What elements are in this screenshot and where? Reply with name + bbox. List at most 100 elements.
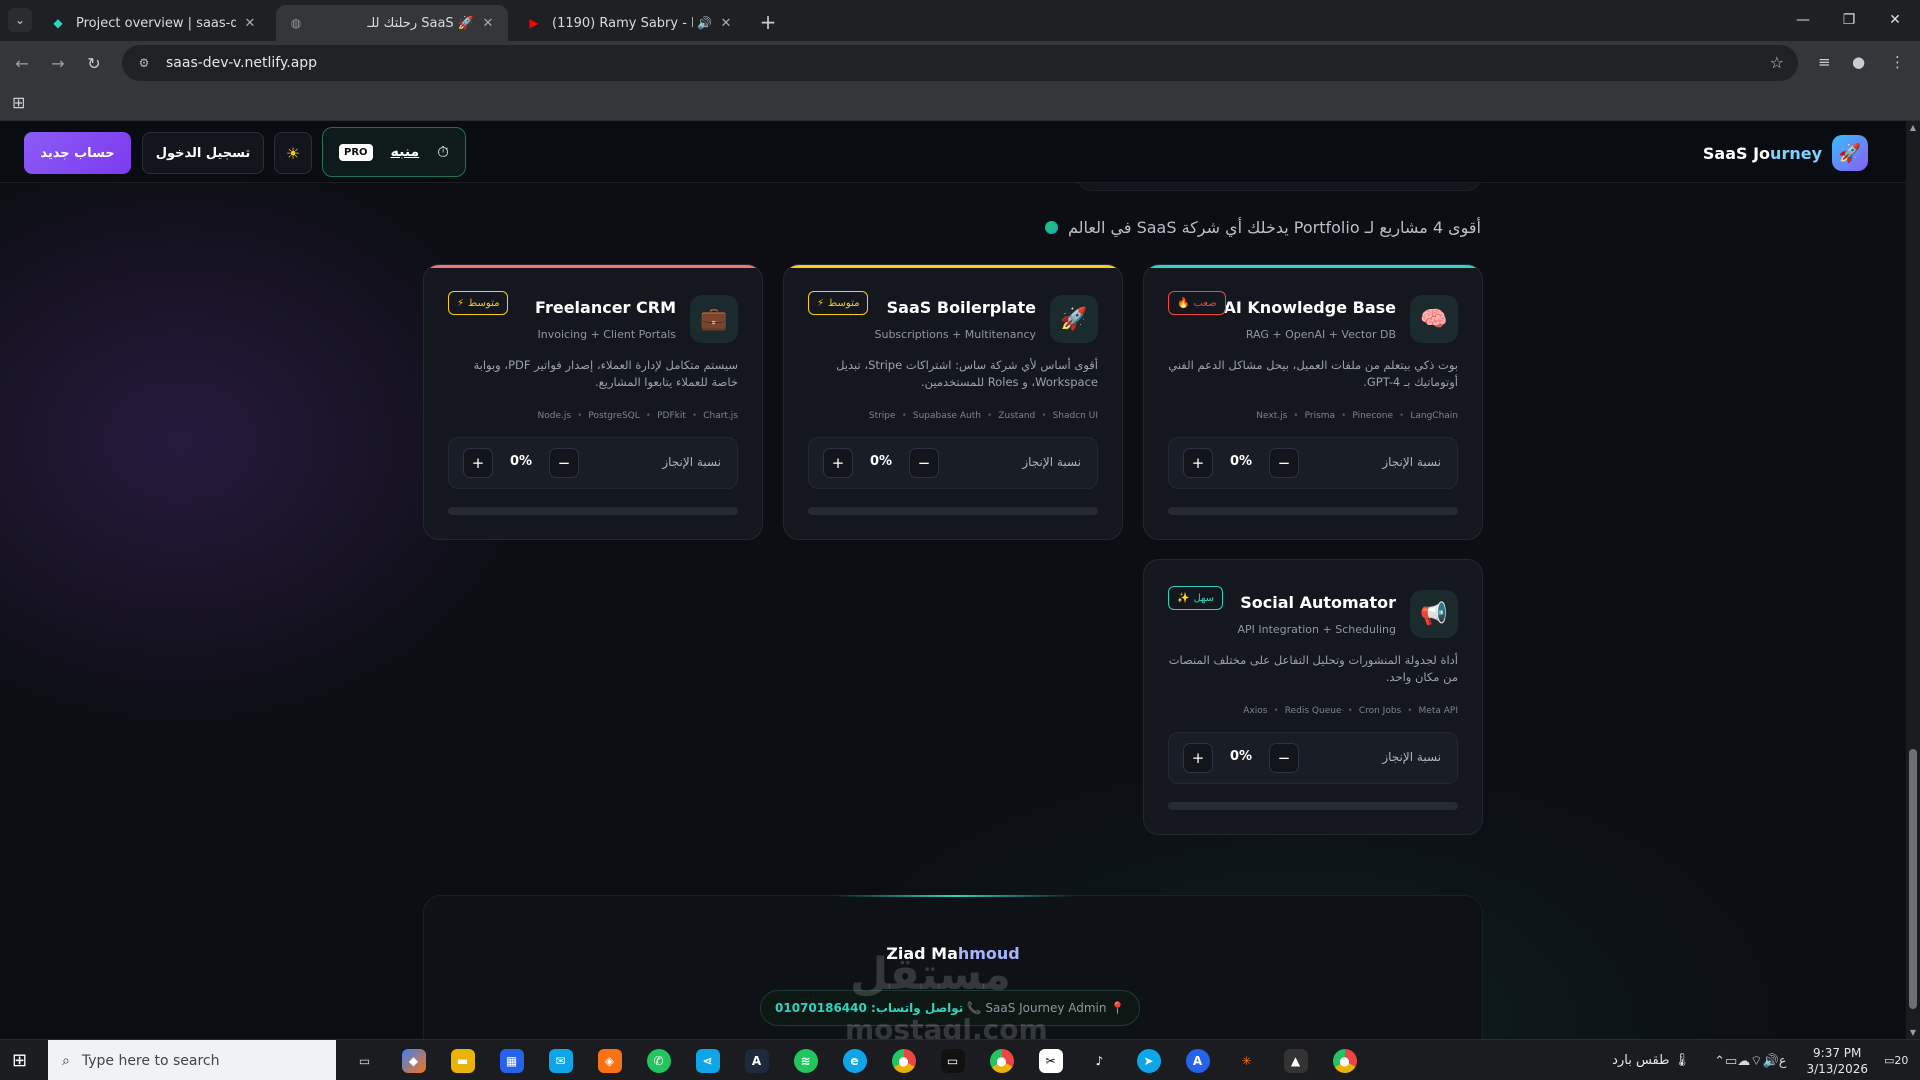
progress-label: نسبة الإنجاز — [662, 455, 721, 469]
weather-text: طقس بارد — [1612, 1053, 1670, 1068]
windows-start-icon[interactable]: ⊞ — [12, 1050, 27, 1071]
restore-icon[interactable]: ❐ — [1826, 6, 1872, 34]
weather-widget[interactable]: طقس بارد 🌡 — [1612, 1053, 1690, 1068]
capcut-icon[interactable]: ✂ — [1026, 1040, 1075, 1080]
tab-saas-journey[interactable]: ◍ رحلتك للـ SaaS 🚀 ✕ — [276, 5, 508, 41]
login-button[interactable]: تسجيل الدخول — [142, 132, 264, 174]
location-pin-icon: 📍 — [1110, 1001, 1125, 1015]
decrease-progress-button[interactable]: − — [1269, 448, 1299, 478]
tag-separator: • — [577, 411, 583, 421]
brand-name-main: SaaS Jo — [1702, 143, 1771, 163]
close-icon[interactable]: ✕ — [718, 15, 734, 31]
tab-search-button[interactable]: ⌄ — [8, 8, 32, 32]
cursor-app-icon[interactable]: ▲ — [1271, 1040, 1320, 1080]
notification-center-icon[interactable]: ▭20 — [1884, 1054, 1914, 1067]
tag-separator: • — [645, 411, 652, 421]
tag-separator: • — [1407, 706, 1413, 716]
new-tab-button[interactable]: + — [754, 8, 782, 36]
profile-avatar[interactable]: ● — [1852, 53, 1865, 71]
decrease-progress-button[interactable]: − — [1269, 743, 1299, 773]
browser-toolbar: ← → ↻ ⚙ saas-dev-v.netlify.app ☆ ≡ ● ⋮ — [0, 41, 1920, 85]
increase-progress-button[interactable]: + — [463, 448, 493, 478]
speaker-icon[interactable]: 🔊 — [697, 16, 712, 30]
tech-tag: Next.js — [1256, 411, 1288, 421]
reload-icon[interactable]: ↻ — [80, 49, 108, 77]
adobe-icon[interactable]: A — [732, 1040, 781, 1080]
tech-tag: Pinecone — [1352, 411, 1394, 421]
site-header: حساب جديد تسجيل الدخول ☀ PRO منبه ⏱ SaaS… — [0, 121, 1906, 183]
thermometer-icon: 🌡 — [1673, 1053, 1691, 1068]
tech-tags: Stripe • Supabase Auth • Zustand • Shadcn UI — [808, 411, 1098, 421]
close-icon[interactable]: ✕ — [480, 15, 496, 31]
task-view-icon[interactable]: ▭ — [340, 1040, 389, 1080]
tech-tag: LangChain — [1410, 411, 1458, 421]
tray-icons[interactable]: ⌃▭☁⌔🔊ع — [1714, 1053, 1786, 1069]
back-icon[interactable]: ← — [8, 49, 36, 77]
scrollbar-thumb[interactable] — [1909, 749, 1917, 1009]
tab-youtube[interactable]: ▶ (1190) Ramy Sabry - Lama E 🔊 ✕ — [514, 5, 746, 41]
difficulty-badge: صعب 🔥 — [1168, 291, 1226, 315]
menu-kebab-icon[interactable]: ⋮ — [1890, 53, 1905, 71]
increase-progress-button[interactable]: + — [1183, 743, 1213, 773]
terminal-icon[interactable]: ▭ — [928, 1040, 977, 1080]
chrome-alt-icon[interactable]: ● — [1320, 1040, 1369, 1080]
tab-netlify[interactable]: ◆ Project overview | saas-dev-v | N ✕ — [38, 5, 270, 41]
telegram-icon[interactable]: ➤ — [1124, 1040, 1173, 1080]
decrease-progress-button[interactable]: − — [549, 448, 579, 478]
taskbar-search-box[interactable]: ⌕ Type here to search — [48, 1040, 336, 1080]
copilot-icon[interactable]: ◆ — [389, 1040, 438, 1080]
stopwatch-icon: ⏱ — [437, 143, 449, 161]
progress-bar — [808, 507, 1098, 515]
file-explorer-icon[interactable]: ▬ — [438, 1040, 487, 1080]
mail-icon[interactable]: ✉ — [536, 1040, 585, 1080]
page-scrollbar[interactable]: ▲ ▼ — [1906, 121, 1920, 1039]
chrome-profile-icon[interactable]: ● — [977, 1040, 1026, 1080]
decrease-progress-button[interactable]: − — [909, 448, 939, 478]
brand-logo[interactable]: SaaS Journey 🚀 — [1703, 135, 1868, 171]
app-store-icon[interactable]: A — [1173, 1040, 1222, 1080]
chrome-icon[interactable]: ● — [879, 1040, 928, 1080]
project-subtitle: Invoicing + Client Portals — [537, 328, 676, 341]
tag-separator: • — [1341, 411, 1347, 421]
close-icon[interactable]: ✕ — [242, 15, 258, 31]
brave-icon[interactable]: ◈ — [585, 1040, 634, 1080]
clock-time: 9:37 PM — [1813, 1045, 1862, 1060]
edge-icon[interactable]: e — [830, 1040, 879, 1080]
increase-progress-button[interactable]: + — [823, 448, 853, 478]
spotify-icon[interactable]: ≋ — [781, 1040, 830, 1080]
tech-tag: PDFkit — [657, 411, 686, 421]
windows-taskbar: ⊞ ⌕ Type here to search ▭ ◆ ▬ ▦ ✉ ◈ ✆ ⋖ … — [0, 1039, 1920, 1080]
tech-tag: PostgreSQL — [588, 411, 640, 421]
page-viewport: أقوى 4 مشاريع لـ Portfolio يدخلك أي شركة… — [0, 121, 1906, 1039]
apps-grid-icon[interactable]: ⊞ — [12, 93, 25, 112]
tech-tag: Redis Queue — [1284, 706, 1342, 716]
bookmark-star-icon[interactable]: ☆ — [1770, 53, 1784, 72]
scroll-up-arrow-icon[interactable]: ▲ — [1908, 123, 1918, 132]
window-close-icon[interactable]: ✕ — [1872, 6, 1918, 34]
theme-toggle-sun-icon[interactable]: ☀ — [274, 132, 312, 174]
clock[interactable]: 9:37 PM 3/13/2026 — [1806, 1045, 1868, 1077]
tech-tag: Meta API — [1418, 706, 1458, 716]
claude-icon[interactable]: ✳ — [1222, 1040, 1271, 1080]
media-control-icon[interactable]: ≡ — [1818, 53, 1831, 71]
address-bar[interactable]: ⚙ saas-dev-v.netlify.app ☆ — [122, 45, 1798, 81]
forward-icon[interactable]: → — [44, 49, 72, 77]
tech-tags: Next.js • Prisma • Pinecone • LangChain — [1168, 411, 1458, 421]
scroll-down-arrow-icon[interactable]: ▼ — [1908, 1028, 1918, 1037]
tech-tag: Prisma — [1304, 411, 1336, 421]
whatsapp-icon[interactable]: ✆ — [634, 1040, 683, 1080]
increase-progress-button[interactable]: + — [1183, 448, 1213, 478]
alarm-pro-button[interactable]: PRO منبه ⏱ — [322, 127, 466, 177]
site-info-icon[interactable]: ⚙ — [134, 56, 154, 70]
signup-button[interactable]: حساب جديد — [24, 132, 131, 174]
browser-tabstrip: ⌄ ◆ Project overview | saas-dev-v | N ✕ … — [0, 0, 1920, 41]
minimize-icon[interactable]: — — [1780, 6, 1826, 34]
tag-separator: • — [1273, 706, 1279, 716]
system-tray: طقس بارد 🌡 ⌃▭☁⌔🔊ع 9:37 PM 3/13/2026 ▭20 — [1612, 1040, 1920, 1080]
badge-label: متوسط — [468, 297, 500, 309]
store-icon[interactable]: ▦ — [487, 1040, 536, 1080]
progress-value: 0% — [1229, 454, 1253, 469]
brand-name-accent: urney — [1770, 143, 1822, 163]
vscode-icon[interactable]: ⋖ — [683, 1040, 732, 1080]
tiktok-icon[interactable]: ♪ — [1075, 1040, 1124, 1080]
